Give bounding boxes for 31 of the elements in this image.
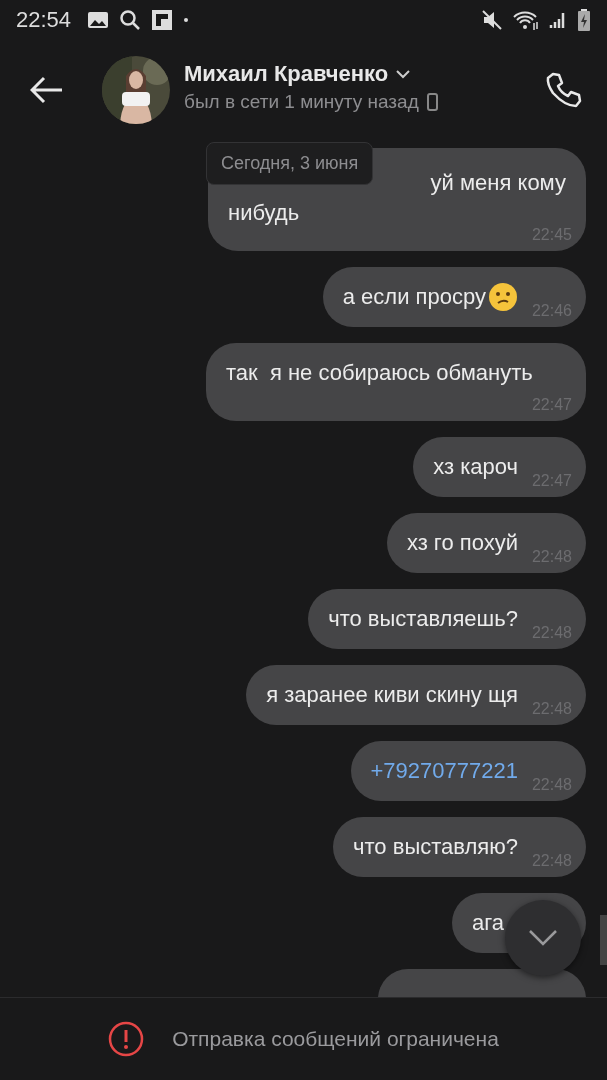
phone-link[interactable]: +79270777221 bbox=[370, 756, 518, 786]
app-icon bbox=[151, 9, 174, 31]
restriction-notice: Отправка сообщений ограничена bbox=[172, 1027, 499, 1051]
scrollbar-thumb[interactable] bbox=[600, 915, 607, 965]
message-text: нибудь bbox=[228, 199, 300, 227]
chevron-down-icon[interactable] bbox=[396, 69, 411, 79]
message-text: уй меня кому bbox=[430, 169, 567, 197]
battery-icon bbox=[577, 8, 591, 32]
image-icon bbox=[87, 10, 110, 30]
wifi-icon bbox=[513, 9, 539, 31]
mute-icon bbox=[481, 9, 503, 31]
back-arrow-icon[interactable] bbox=[30, 76, 64, 104]
message-text: что выставляю? bbox=[353, 833, 518, 861]
contact-name[interactable]: Михаил Кравченко bbox=[184, 61, 389, 87]
message-text: так я не собираюсь обмануть bbox=[226, 359, 533, 387]
chevron-down-icon bbox=[528, 929, 558, 947]
signal-icon bbox=[549, 10, 567, 30]
message-text: я заранее киви скину щя bbox=[266, 681, 518, 709]
date-label: Сегодня, 3 июня bbox=[206, 142, 374, 185]
dot-icon bbox=[183, 17, 190, 23]
message-text: что выставляешь? bbox=[328, 605, 518, 633]
message-text: а если просру bbox=[342, 283, 486, 311]
status-time: 22:54 bbox=[16, 7, 72, 33]
warning-icon bbox=[108, 1021, 145, 1057]
phone-call-icon[interactable] bbox=[545, 71, 583, 109]
message-text: хз кароч bbox=[433, 453, 518, 481]
phone-device-icon bbox=[426, 93, 438, 111]
search-icon bbox=[119, 9, 142, 31]
last-seen-status: был в сети 1 минуту назад bbox=[184, 91, 419, 113]
message-text: ага bbox=[472, 909, 504, 937]
message-text: хз го похуй bbox=[406, 529, 518, 557]
